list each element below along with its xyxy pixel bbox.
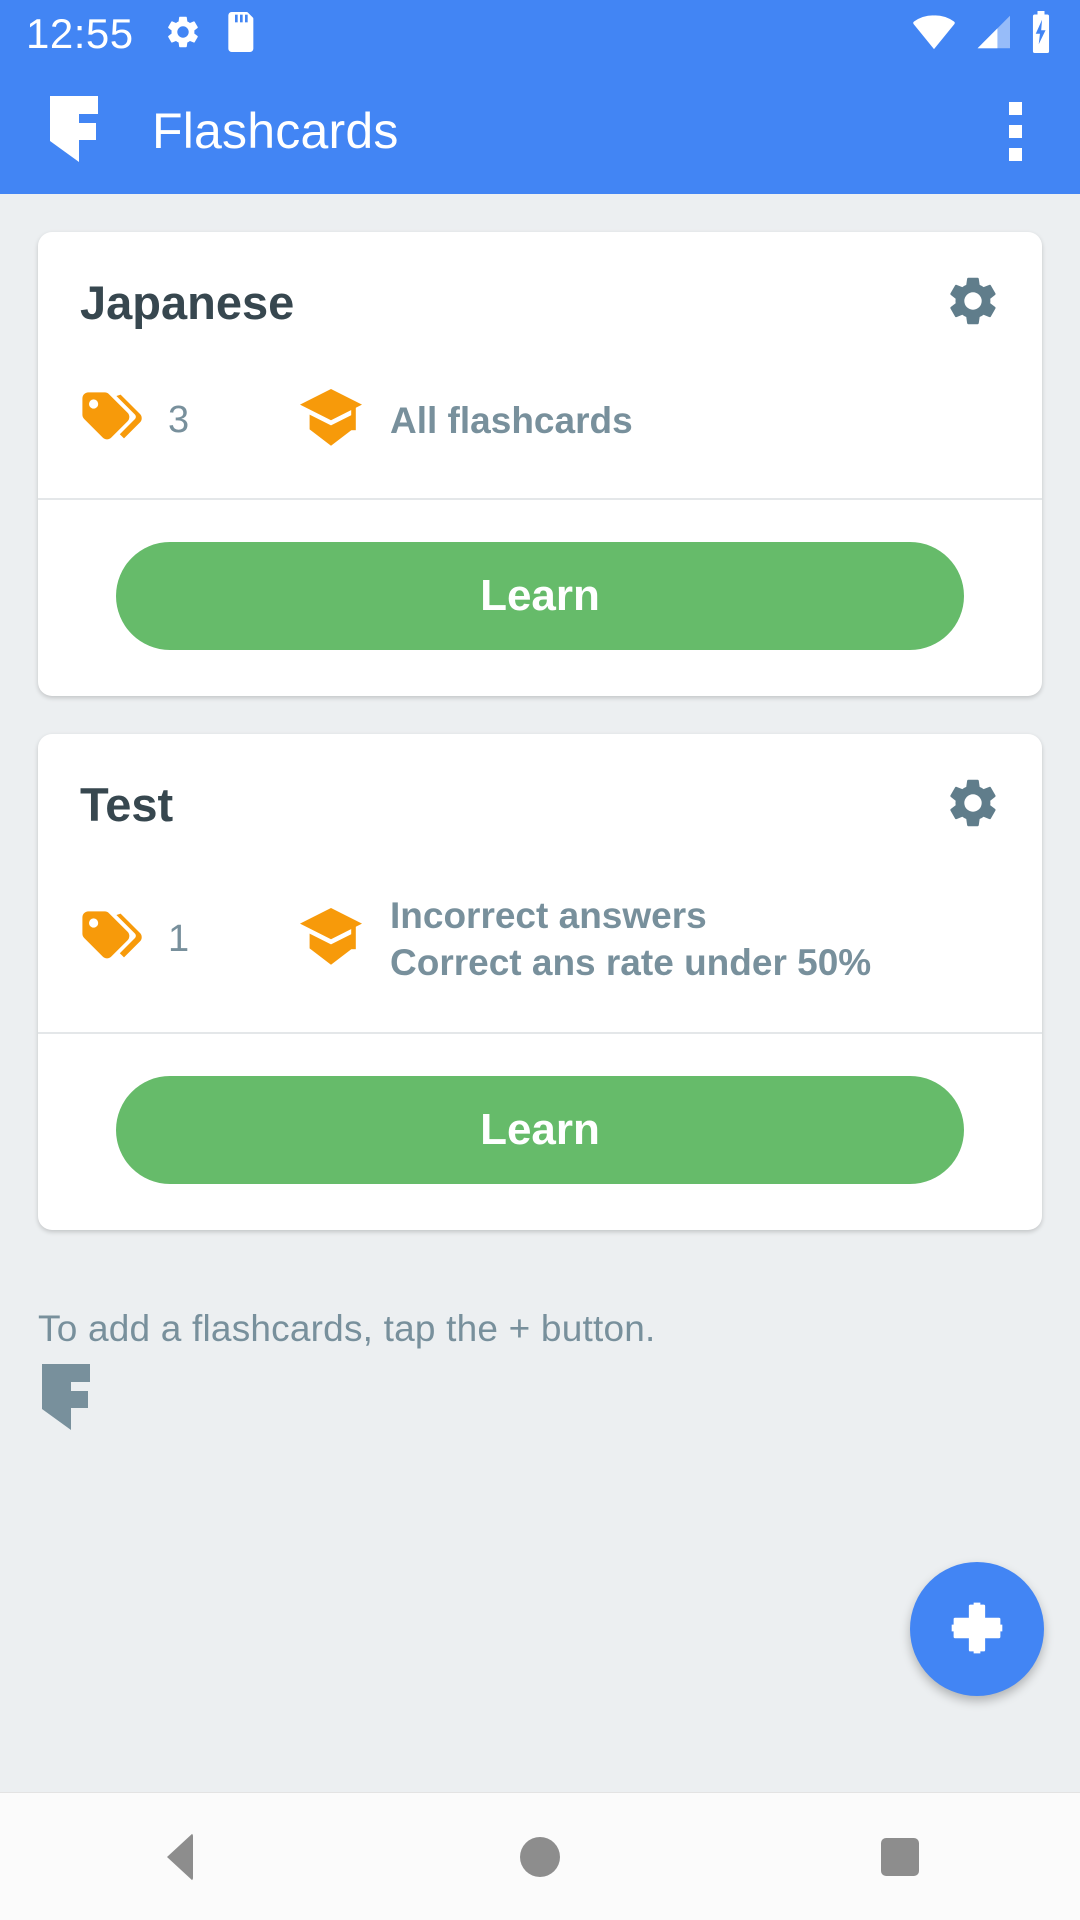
deck-mode-text: All flashcards xyxy=(390,397,633,444)
add-flashcard-fab[interactable] xyxy=(910,1562,1044,1696)
deck-list: Japanese 3 All flashcards Learn Test 1 I… xyxy=(0,194,1080,1792)
deck-mode-line: All flashcards xyxy=(390,400,633,442)
deck-tag-count: 3 xyxy=(168,399,190,442)
deck-mode-text: Incorrect answers Correct ans rate under… xyxy=(390,892,871,987)
deck-tag-group: 1 xyxy=(80,910,300,968)
flashcards-logo-icon xyxy=(46,95,102,167)
flashcards-watermark-icon xyxy=(38,1364,1042,1435)
learn-button[interactable]: Learn xyxy=(116,1076,964,1185)
graduation-cap-icon xyxy=(300,907,362,971)
deck-meta: 1 Incorrect answers Correct ans rate und… xyxy=(80,830,1000,1033)
deck-title: Japanese xyxy=(80,276,295,329)
learn-button[interactable]: Learn xyxy=(116,542,964,651)
android-nav-bar xyxy=(0,1792,1080,1920)
nav-home-button[interactable] xyxy=(480,1793,600,1920)
status-bar: 12:55 xyxy=(0,0,1080,68)
overflow-dot xyxy=(1009,124,1022,138)
plus-icon xyxy=(946,1597,1008,1662)
card-action-area: Learn xyxy=(38,500,1042,696)
cell-signal-icon xyxy=(972,14,1012,55)
overflow-dot xyxy=(1009,147,1022,161)
deck-card[interactable]: Japanese 3 All flashcards Learn xyxy=(38,232,1042,697)
deck-card-header: Test 1 Incorrect answers Correct ans rat… xyxy=(38,734,1042,1032)
card-action-area: Learn xyxy=(38,1034,1042,1230)
nav-back-button[interactable] xyxy=(120,1793,240,1920)
settings-gear-icon[interactable] xyxy=(944,774,1002,837)
nav-recents-button[interactable] xyxy=(840,1793,960,1920)
gear-icon xyxy=(164,13,202,56)
deck-mode-line: Incorrect answers xyxy=(390,894,707,936)
battery-charging-icon xyxy=(1028,10,1054,58)
tags-icon xyxy=(80,392,142,449)
recents-square-icon xyxy=(881,1837,919,1876)
empty-state-hint: To add a flashcards, tap the + button. xyxy=(38,1308,656,1350)
status-right-icons xyxy=(912,10,1054,58)
deck-card-header: Japanese 3 All flashcards xyxy=(38,232,1042,498)
deck-title: Test xyxy=(80,778,174,832)
app-screen: 12:55 Flashcards Japanese 3 All flashcar… xyxy=(0,0,1080,1920)
deck-meta: 3 All flashcards xyxy=(80,327,1000,498)
settings-gear-icon[interactable] xyxy=(944,272,1002,335)
deck-card[interactable]: Test 1 Incorrect answers Correct ans rat… xyxy=(38,734,1042,1231)
tags-icon xyxy=(80,910,142,968)
status-left-icons xyxy=(164,11,256,57)
deck-tag-group: 3 xyxy=(80,392,300,449)
overflow-dot xyxy=(1009,101,1022,115)
deck-mode-line: Correct ans rate under 50% xyxy=(390,942,872,984)
status-clock: 12:55 xyxy=(26,10,134,57)
sd-card-icon xyxy=(224,11,256,57)
deck-mode-group: All flashcards xyxy=(300,389,633,452)
graduation-cap-icon xyxy=(300,389,362,452)
overflow-menu-icon[interactable] xyxy=(1001,94,1030,169)
back-triangle-icon xyxy=(167,1832,193,1881)
wifi-icon xyxy=(912,14,956,55)
deck-tag-count: 1 xyxy=(168,917,190,960)
app-bar: Flashcards xyxy=(0,68,1080,194)
page-title: Flashcards xyxy=(152,103,399,159)
deck-mode-group: Incorrect answers Correct ans rate under… xyxy=(300,892,871,987)
home-circle-icon xyxy=(520,1836,560,1877)
